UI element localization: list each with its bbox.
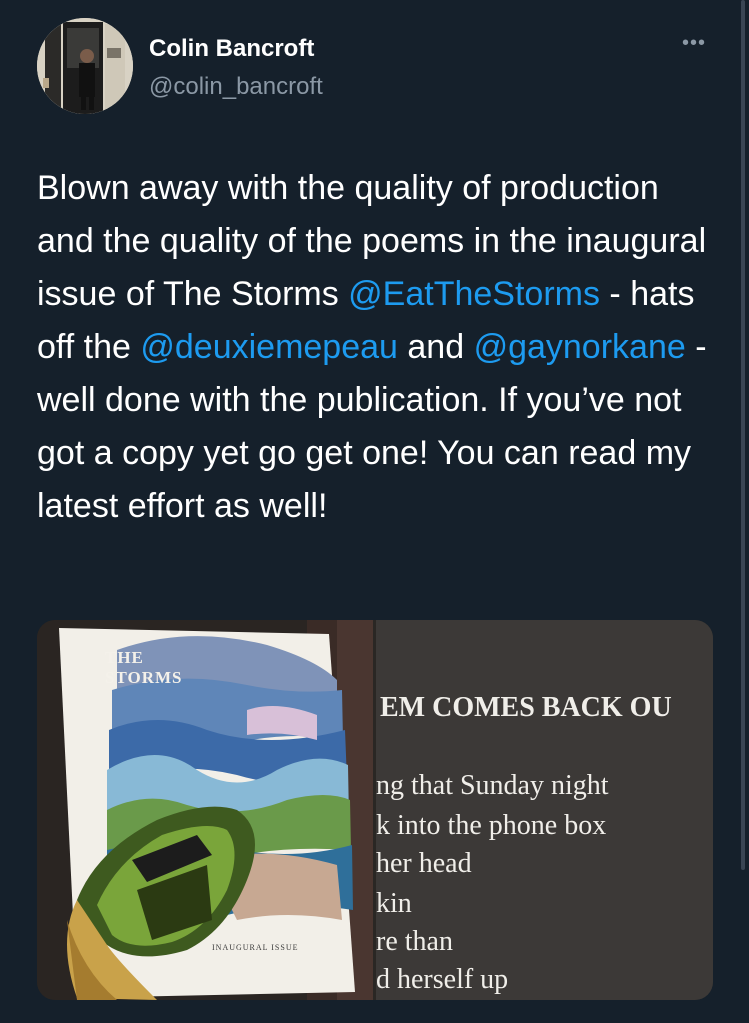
user-handle[interactable]: @colin_bancroft (149, 73, 323, 101)
avatar[interactable] (37, 18, 133, 114)
display-name[interactable]: Colin Bancroft (149, 35, 314, 63)
poem-line: kin (376, 888, 412, 919)
more-horizontal-icon[interactable]: ••• (682, 32, 706, 55)
tweet-text-part: and (397, 328, 474, 366)
poem-line: ng that Sunday night (376, 770, 609, 801)
poem-line: d herself up (376, 964, 509, 995)
tweet-text: Blown away with the quality of productio… (37, 162, 717, 533)
mention-link[interactable]: @gaynorkane (474, 328, 686, 366)
magazine-cover-image (37, 620, 373, 1000)
cover-title: THE STORMS (105, 648, 183, 688)
poem-line: her head (376, 848, 472, 879)
cover-title-line: THE (105, 648, 144, 667)
media-photo-poem-page[interactable]: EM COMES BACK OU ng that Sunday night k … (376, 620, 713, 1000)
media-photo-cover[interactable]: THE STORMS INAUGURAL ISSUE (37, 620, 373, 1000)
tweet-media: THE STORMS INAUGURAL ISSUE EM COMES BACK… (37, 620, 713, 1000)
avatar-photo (37, 18, 133, 114)
cover-title-line: STORMS (105, 668, 183, 687)
scrollbar[interactable] (741, 0, 745, 870)
poem-title: EM COMES BACK OU (380, 692, 672, 723)
mention-link[interactable]: @deuxiemepeau (140, 328, 398, 366)
poem-line: re than (376, 926, 453, 957)
mention-link[interactable]: @EatTheStorms (348, 275, 600, 313)
tweet-header: Colin Bancroft @colin_bancroft ••• (37, 18, 717, 114)
poem-line: k into the phone box (376, 810, 607, 841)
cover-subtitle: INAUGURAL ISSUE (212, 943, 299, 952)
tweet-screen: Colin Bancroft @colin_bancroft ••• Blown… (0, 0, 749, 1023)
